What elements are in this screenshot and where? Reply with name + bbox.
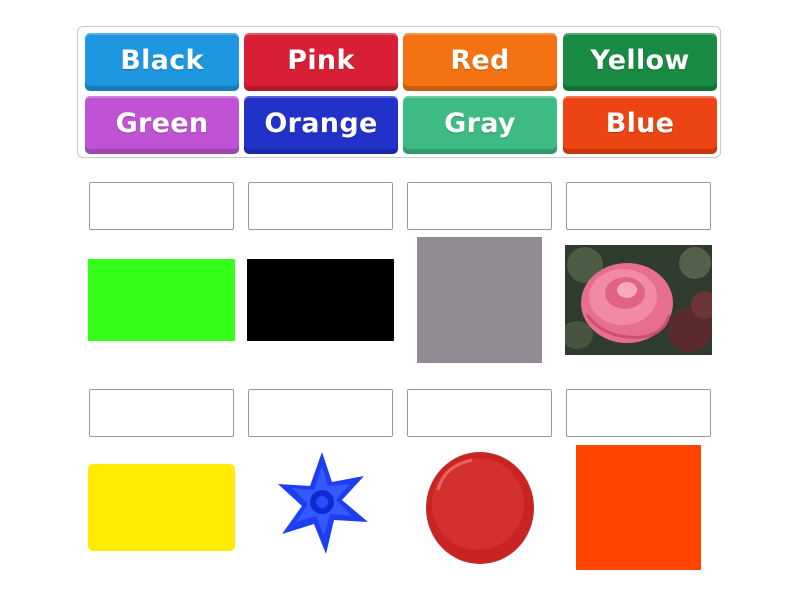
drop-slot-2[interactable] bbox=[248, 182, 393, 230]
word-tile-green[interactable]: Green bbox=[85, 96, 239, 154]
drop-slot-3[interactable] bbox=[407, 182, 552, 230]
word-tile-orange[interactable]: Orange bbox=[244, 96, 398, 154]
drop-slot-8[interactable] bbox=[566, 389, 711, 437]
red-blob-image bbox=[426, 452, 534, 564]
drop-slot-7[interactable] bbox=[407, 389, 552, 437]
rose-image bbox=[565, 245, 712, 355]
blue-flower-photo bbox=[270, 446, 374, 560]
blue-flower-image bbox=[278, 452, 368, 554]
red-paint-blob bbox=[424, 450, 537, 566]
word-tile-blue[interactable]: Blue bbox=[563, 96, 717, 154]
orange-swatch bbox=[576, 445, 701, 570]
word-tile-yellow[interactable]: Yellow bbox=[563, 33, 717, 91]
black-swatch bbox=[247, 259, 394, 341]
green-swatch bbox=[88, 259, 235, 341]
word-tile-black[interactable]: Black bbox=[85, 33, 239, 91]
drop-slot-1[interactable] bbox=[89, 182, 234, 230]
pink-rose-photo bbox=[565, 245, 712, 355]
gray-swatch bbox=[417, 237, 542, 363]
word-tile-pink[interactable]: Pink bbox=[244, 33, 398, 91]
word-tile-red[interactable]: Red bbox=[403, 33, 557, 91]
yellow-swatch bbox=[88, 464, 235, 551]
drop-slot-4[interactable] bbox=[566, 182, 711, 230]
word-bank: Black Pink Red Yellow Green Orange Gray … bbox=[77, 26, 721, 158]
drop-slot-5[interactable] bbox=[89, 389, 234, 437]
word-tile-gray[interactable]: Gray bbox=[403, 96, 557, 154]
drop-slot-6[interactable] bbox=[248, 389, 393, 437]
